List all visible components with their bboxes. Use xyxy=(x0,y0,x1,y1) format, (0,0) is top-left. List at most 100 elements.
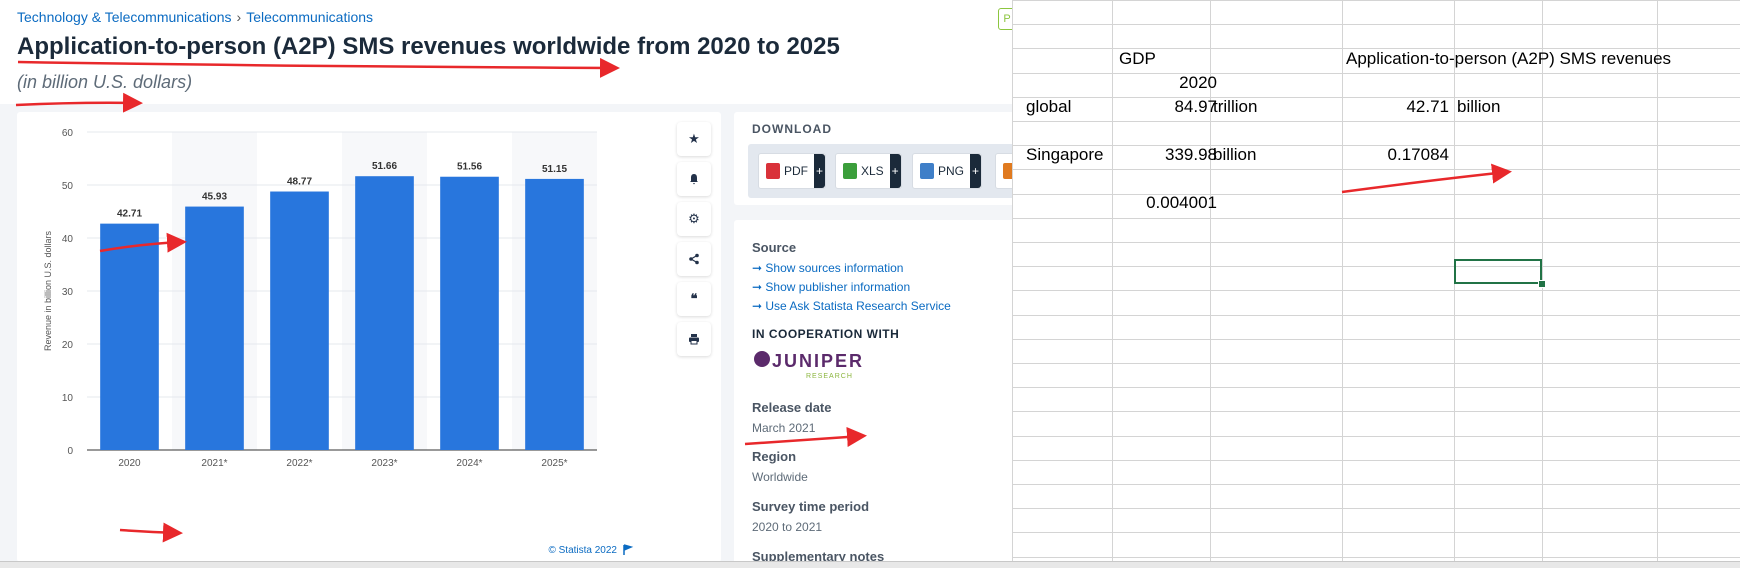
data-label: 45.93 xyxy=(202,192,227,203)
share-icon xyxy=(689,253,699,265)
pdf-file-icon xyxy=(766,163,780,179)
plus-icon: + xyxy=(814,154,825,188)
x-tick-label: 2024* xyxy=(456,458,482,469)
print-button[interactable] xyxy=(677,322,711,356)
breadcrumb-item-subcategory[interactable]: Telecommunications xyxy=(246,9,373,25)
download-pdf-button[interactable]: PDF + xyxy=(758,153,826,189)
data-label: 48.77 xyxy=(287,177,312,188)
show-publisher-label: Show publisher information xyxy=(765,280,911,294)
page-title: Application-to-person (A2P) SMS revenues… xyxy=(17,33,840,60)
breadcrumb-item-category[interactable]: Technology & Telecommunications xyxy=(17,9,232,25)
notification-button[interactable] xyxy=(677,162,711,196)
x-tick-label: 2022* xyxy=(286,458,312,469)
y-axis-label: Revenue in billion U.S. dollars xyxy=(43,230,53,351)
data-label: 51.66 xyxy=(372,161,397,172)
download-panel: DOWNLOAD PDF + XLS + PNG + xyxy=(734,112,1012,205)
bar-chart: 0 10 20 30 40 50 60 42.71 2020 45.93 2021* 48.77 202… xyxy=(43,128,634,556)
bar xyxy=(525,178,584,450)
cell-singapore-revenue[interactable]: 0.17084 xyxy=(1342,143,1449,166)
x-tick-label: 2020 xyxy=(118,458,141,469)
download-pdf-label: PDF xyxy=(784,164,808,178)
release-date-value: March 2021 xyxy=(752,421,816,435)
region-value: Worldwide xyxy=(752,470,808,484)
spreadsheet[interactable]: GDP Application-to-person (A2P) SMS reve… xyxy=(1012,0,1740,567)
y-tick-label: 20 xyxy=(62,340,74,351)
annotation-arrow xyxy=(17,57,620,78)
y-tick-label: 30 xyxy=(62,287,74,298)
gear-icon: ⚙ xyxy=(688,211,700,226)
statista-page: Technology & Telecommunications › Telecomm… xyxy=(0,0,1012,567)
show-sources-link[interactable]: ➞ Show sources information xyxy=(752,261,903,275)
xls-file-icon xyxy=(843,163,857,179)
show-sources-label: Show sources information xyxy=(765,261,904,275)
star-icon: ★ xyxy=(688,131,700,146)
cell-singapore-gdp-unit[interactable]: billion xyxy=(1213,143,1256,166)
favorite-button[interactable]: ★ xyxy=(677,122,711,156)
ppt-file-icon xyxy=(1003,163,1012,179)
flag-icon xyxy=(623,544,634,555)
download-buttons: PDF + XLS + PNG + xyxy=(748,144,1012,198)
cell-global-revenue-unit[interactable]: billion xyxy=(1457,95,1500,118)
survey-period-value: 2020 to 2021 xyxy=(752,520,823,534)
arrow-right-icon: ➞ xyxy=(752,261,766,275)
cell-global-revenue[interactable]: 42.71 xyxy=(1342,95,1449,118)
cell-a2p-header[interactable]: Application-to-person (A2P) SMS revenues xyxy=(1346,47,1671,70)
juniper-logo-text: JUNIPER xyxy=(772,351,865,371)
ask-statista-label: Use Ask Statista Research Service xyxy=(765,299,951,313)
x-tick-label: 2025* xyxy=(541,458,567,469)
cell-ratio[interactable]: 0.004001 xyxy=(1112,191,1217,214)
plus-icon: + xyxy=(889,154,901,188)
chart-credit: © Statista 2022 xyxy=(548,545,617,556)
download-title: DOWNLOAD xyxy=(752,122,832,136)
survey-period-heading: Survey time period xyxy=(752,499,870,514)
data-label: 51.15 xyxy=(542,164,567,175)
breadcrumb: Technology & Telecommunications › Telecomm… xyxy=(17,9,373,25)
settings-button[interactable]: ⚙ xyxy=(677,202,711,236)
cell-year[interactable]: 2020 xyxy=(1112,71,1217,94)
juniper-logo-mark xyxy=(754,351,770,367)
premium-tag[interactable]: P xyxy=(998,8,1012,30)
cell-singapore-gdp[interactable]: 339.98 xyxy=(1112,143,1217,166)
breadcrumb-separator: › xyxy=(236,9,242,25)
bell-icon xyxy=(690,174,698,185)
cooperation-heading: IN COOPERATION WITH xyxy=(752,327,900,341)
download-xls-label: XLS xyxy=(861,164,884,178)
quote-icon: ❝ xyxy=(690,291,698,306)
y-tick-label: 0 xyxy=(67,446,73,457)
plus-icon: + xyxy=(970,154,982,188)
download-ppt-button[interactable] xyxy=(995,153,1012,189)
bar xyxy=(185,206,244,450)
bar xyxy=(100,223,159,450)
png-file-icon xyxy=(920,163,934,179)
bar xyxy=(440,176,499,450)
download-png-button[interactable]: PNG + xyxy=(912,153,983,189)
share-button[interactable] xyxy=(677,242,711,276)
source-heading: Source xyxy=(752,240,797,255)
y-tick-label: 60 xyxy=(62,128,74,139)
data-label: 42.71 xyxy=(117,209,142,220)
x-tick-label: 2021* xyxy=(201,458,227,469)
download-xls-button[interactable]: XLS + xyxy=(835,153,902,189)
chart-toolbar: ★ ⚙ ❝ xyxy=(677,122,711,362)
cell-global-gdp[interactable]: 84.97 xyxy=(1112,95,1217,118)
ask-statista-link[interactable]: ➞ Use Ask Statista Research Service xyxy=(752,299,951,313)
cell-global-label[interactable]: global xyxy=(1026,95,1071,118)
arrow-right-icon: ➞ xyxy=(752,299,766,313)
fill-handle[interactable] xyxy=(1538,280,1546,288)
selected-cell[interactable] xyxy=(1454,259,1542,284)
bar xyxy=(270,191,329,451)
download-png-label: PNG xyxy=(938,164,965,178)
arrow-right-icon: ➞ xyxy=(752,280,766,294)
cell-global-gdp-unit[interactable]: trillion xyxy=(1213,95,1257,118)
page-subtitle: (in billion U.S. dollars) xyxy=(17,72,193,92)
y-tick-label: 10 xyxy=(62,393,74,404)
x-tick-label: 2023* xyxy=(371,458,397,469)
cell-singapore-label[interactable]: Singapore xyxy=(1026,143,1104,166)
y-tick-label: 50 xyxy=(62,181,74,192)
cite-button[interactable]: ❝ xyxy=(677,282,711,316)
info-panel: Source ➞ Show sources information ➞ Show… xyxy=(734,220,1012,567)
cell-gdp-header[interactable]: GDP xyxy=(1119,47,1156,70)
juniper-logo[interactable]: JUNIPER RESEARCH xyxy=(752,348,882,384)
bar xyxy=(355,176,414,450)
show-publisher-link[interactable]: ➞ Show publisher information xyxy=(752,280,910,294)
